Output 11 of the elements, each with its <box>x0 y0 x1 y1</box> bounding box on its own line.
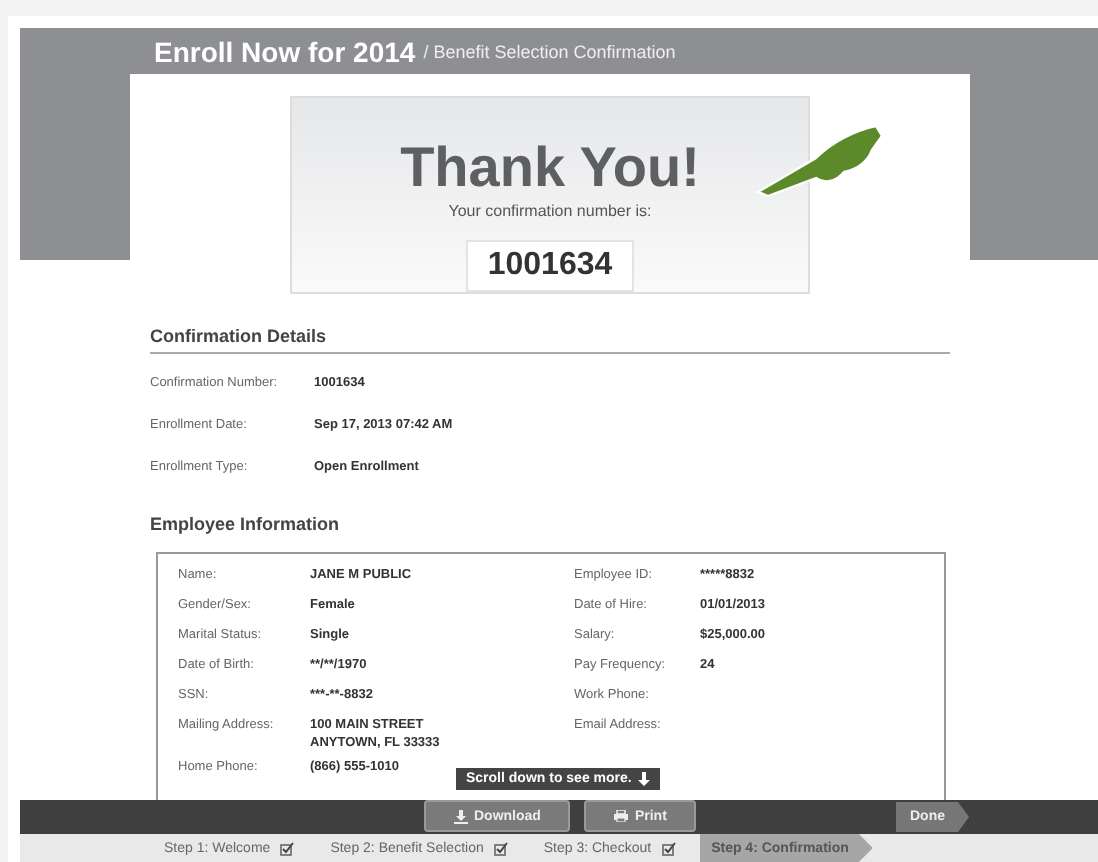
down-arrow-icon <box>637 772 650 786</box>
thank-you-heading: Thank You! <box>400 138 700 198</box>
printer-icon <box>614 810 629 822</box>
confirmation-message: Your confirmation number is: <box>448 202 652 220</box>
section-heading: Employee Information <box>150 514 342 538</box>
download-icon <box>454 809 468 823</box>
page-title: Enroll Now for 2014 <box>154 35 416 67</box>
page-subtitle: / Benefit Selection Confirmation <box>423 41 676 61</box>
confirmation-number: 1001634 <box>465 240 635 292</box>
pointing-hand-icon <box>756 122 884 198</box>
section-heading: Confirmation Details <box>150 326 950 354</box>
